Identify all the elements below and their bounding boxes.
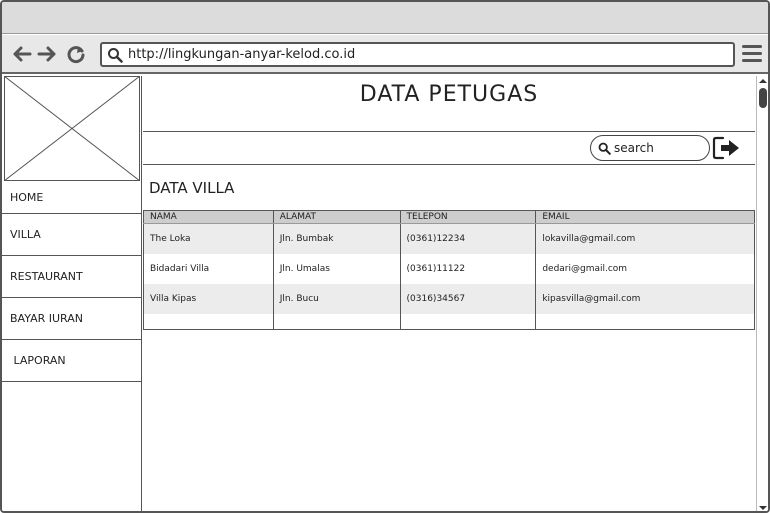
scrollbar-thumb[interactable] xyxy=(759,88,767,108)
cell-alamat: Jln. Bucu xyxy=(272,283,401,314)
sidebar-item-label: RESTAURANT xyxy=(10,270,83,283)
arrow-right-icon xyxy=(37,46,56,62)
browser-menu-button[interactable] xyxy=(742,45,762,63)
cell-email: dedari@gmail.com xyxy=(535,253,755,284)
url-text: http://lingkungan-anyar-kelod.co.id xyxy=(128,47,356,62)
hamburger-line xyxy=(742,59,762,62)
sidebar-item-label: BAYAR IURAN xyxy=(10,312,83,325)
sidebar-item-home[interactable]: HOME xyxy=(2,182,141,214)
column-header-email[interactable]: EMAIL xyxy=(535,210,755,224)
cell-alamat: Jln. Bumbak xyxy=(272,223,401,254)
table-row[interactable]: Villa Kipas Jln. Bucu (0316)34567 kipasv… xyxy=(143,283,755,314)
image-placeholder-icon xyxy=(4,76,140,181)
empty-cell xyxy=(535,313,755,330)
empty-cell xyxy=(272,313,401,330)
back-button[interactable] xyxy=(11,43,33,65)
title-bar xyxy=(2,2,768,34)
search-input[interactable] xyxy=(614,139,704,157)
sidebar: HOME VILLA RESTAURANT BAYAR IURAN LAPORA… xyxy=(2,76,142,511)
logout-icon xyxy=(712,136,739,160)
logo-placeholder xyxy=(4,76,140,181)
arrow-left-icon xyxy=(13,46,32,62)
table-row[interactable]: Bidadari Villa Jln. Umalas (0361)11122 d… xyxy=(143,253,755,284)
cell-telepon: (0361)11122 xyxy=(399,253,536,284)
column-header-telepon[interactable]: TELEPON xyxy=(399,210,536,224)
section-title: DATA VILLA xyxy=(149,179,235,197)
page-title: DATA PETUGAS xyxy=(359,82,539,107)
sidebar-item-label: VILLA xyxy=(10,228,41,241)
browser-toolbar: http://lingkungan-anyar-kelod.co.id xyxy=(2,35,768,74)
hamburger-line xyxy=(742,52,762,55)
cell-telepon: (0316)34567 xyxy=(399,283,536,314)
table-row[interactable]: The Loka Jln. Bumbak (0361)12234 lokavil… xyxy=(143,223,755,254)
sidebar-item-bayar-iuran[interactable]: BAYAR IURAN xyxy=(2,298,141,340)
sidebar-item-villa[interactable]: VILLA xyxy=(2,214,141,256)
sidebar-item-label: LAPORAN xyxy=(10,354,66,367)
search-icon xyxy=(108,48,123,63)
sidebar-item-label: HOME xyxy=(10,191,44,204)
page-header: DATA PETUGAS xyxy=(143,76,755,132)
table-empty-row xyxy=(143,313,755,330)
logout-button[interactable] xyxy=(712,135,742,161)
empty-cell xyxy=(399,313,536,330)
column-header-alamat[interactable]: ALAMAT xyxy=(272,210,401,224)
action-bar xyxy=(143,133,755,165)
sidebar-item-restaurant[interactable]: RESTAURANT xyxy=(2,256,141,298)
scroll-up-arrow-icon[interactable] xyxy=(757,76,769,86)
reload-icon xyxy=(67,46,85,64)
reload-button[interactable] xyxy=(65,43,87,65)
column-header-nama[interactable]: NAMA xyxy=(143,210,274,224)
cell-alamat: Jln. Umalas xyxy=(272,253,401,284)
cell-nama: Bidadari Villa xyxy=(143,253,274,284)
hamburger-menu-icon xyxy=(742,45,762,48)
forward-button[interactable] xyxy=(36,43,58,65)
sidebar-item-laporan[interactable]: LAPORAN xyxy=(2,340,141,382)
cell-nama: Villa Kipas xyxy=(143,283,274,314)
browser-window: http://lingkungan-anyar-kelod.co.id HOME… xyxy=(0,0,770,513)
search-box[interactable] xyxy=(590,135,710,161)
address-bar[interactable]: http://lingkungan-anyar-kelod.co.id xyxy=(100,42,735,67)
empty-cell xyxy=(143,313,274,330)
cell-telepon: (0361)12234 xyxy=(399,223,536,254)
cell-nama: The Loka xyxy=(143,223,274,254)
scroll-down-arrow-icon[interactable] xyxy=(757,503,769,513)
table-header-row: NAMA ALAMAT TELEPON EMAIL xyxy=(143,210,755,224)
main-content: DATA VILLA NAMA ALAMAT TELEPON EMAIL The… xyxy=(143,166,755,511)
villa-table: NAMA ALAMAT TELEPON EMAIL The Loka Jln. … xyxy=(143,210,755,330)
vertical-scrollbar[interactable] xyxy=(756,76,769,513)
search-icon xyxy=(598,142,611,155)
cell-email: kipasvilla@gmail.com xyxy=(535,283,755,314)
cell-email: lokavilla@gmail.com xyxy=(535,223,755,254)
